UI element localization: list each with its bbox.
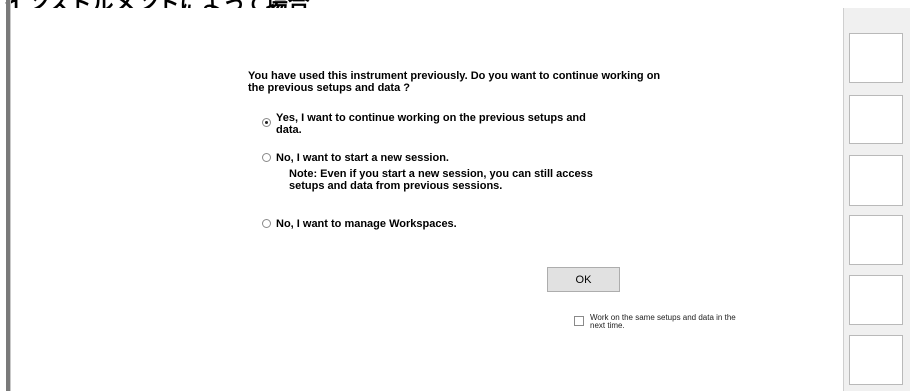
resume-session-dialog <box>12 8 843 391</box>
option-manage-workspaces-label[interactable]: No, I want to manage Workspaces. <box>276 218 606 230</box>
dialog-question: You have used this instrument previously… <box>248 70 661 94</box>
background-title-strip: インストルメントによって場合 <box>0 0 910 8</box>
background-title-text: インストルメントによって場合 <box>4 0 310 8</box>
radio-new-session[interactable] <box>262 153 271 162</box>
radio-continue-previous[interactable] <box>262 118 271 127</box>
remember-choice-label[interactable]: Work on the same setups and data in the … <box>590 314 750 330</box>
option-continue-label[interactable]: Yes, I want to continue working on the p… <box>276 112 606 136</box>
panel-slot[interactable] <box>849 33 903 83</box>
option-new-session-label[interactable]: No, I want to start a new session. <box>276 152 606 164</box>
right-side-panel <box>843 8 910 391</box>
panel-slot[interactable] <box>849 95 903 144</box>
new-session-note: Note: Even if you start a new session, y… <box>289 168 593 192</box>
window-left-border <box>6 0 11 391</box>
ok-button[interactable]: OK <box>547 267 620 292</box>
panel-slot[interactable] <box>849 215 903 265</box>
panel-slot[interactable] <box>849 155 903 206</box>
remember-choice-checkbox[interactable] <box>574 316 584 326</box>
panel-slot[interactable] <box>849 335 903 385</box>
radio-manage-workspaces[interactable] <box>262 219 271 228</box>
panel-slot[interactable] <box>849 275 903 325</box>
